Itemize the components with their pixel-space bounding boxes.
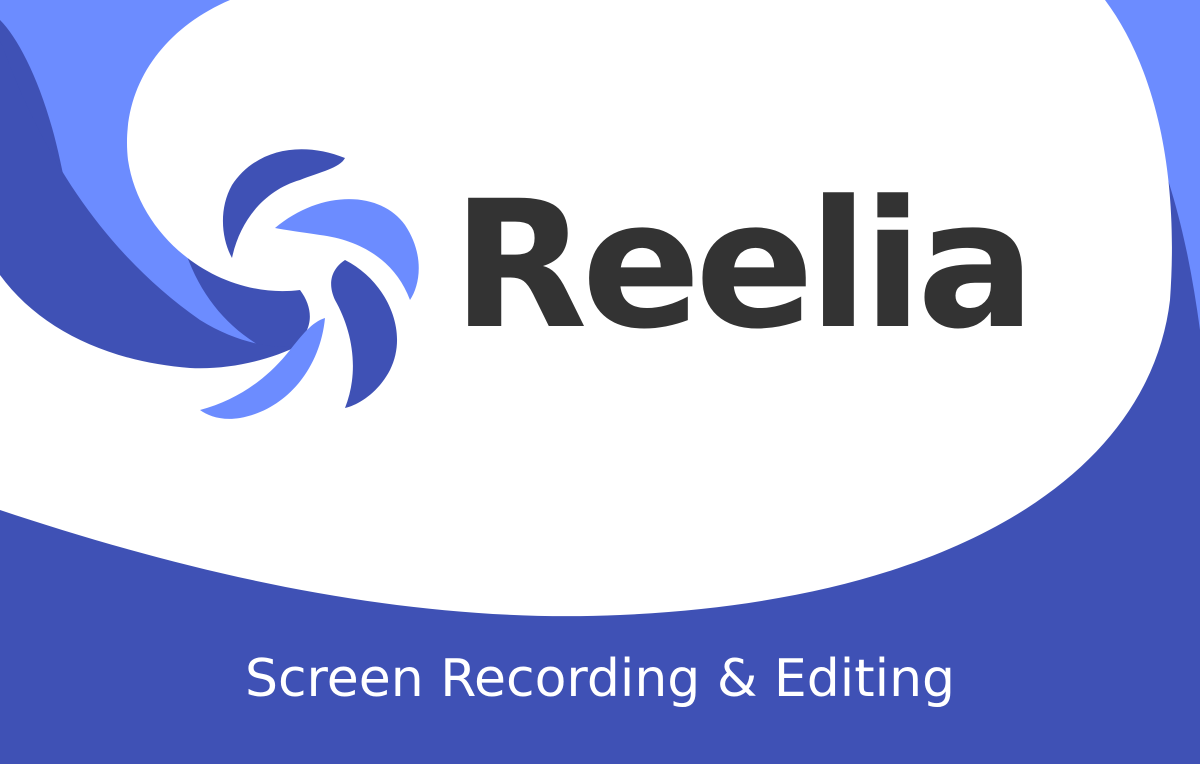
brand-tagline: Screen Recording & Editing bbox=[244, 649, 956, 709]
brand-wordmark: Reelia bbox=[452, 163, 1036, 368]
banner: Reelia Screen Recording & Editing bbox=[0, 0, 1200, 764]
